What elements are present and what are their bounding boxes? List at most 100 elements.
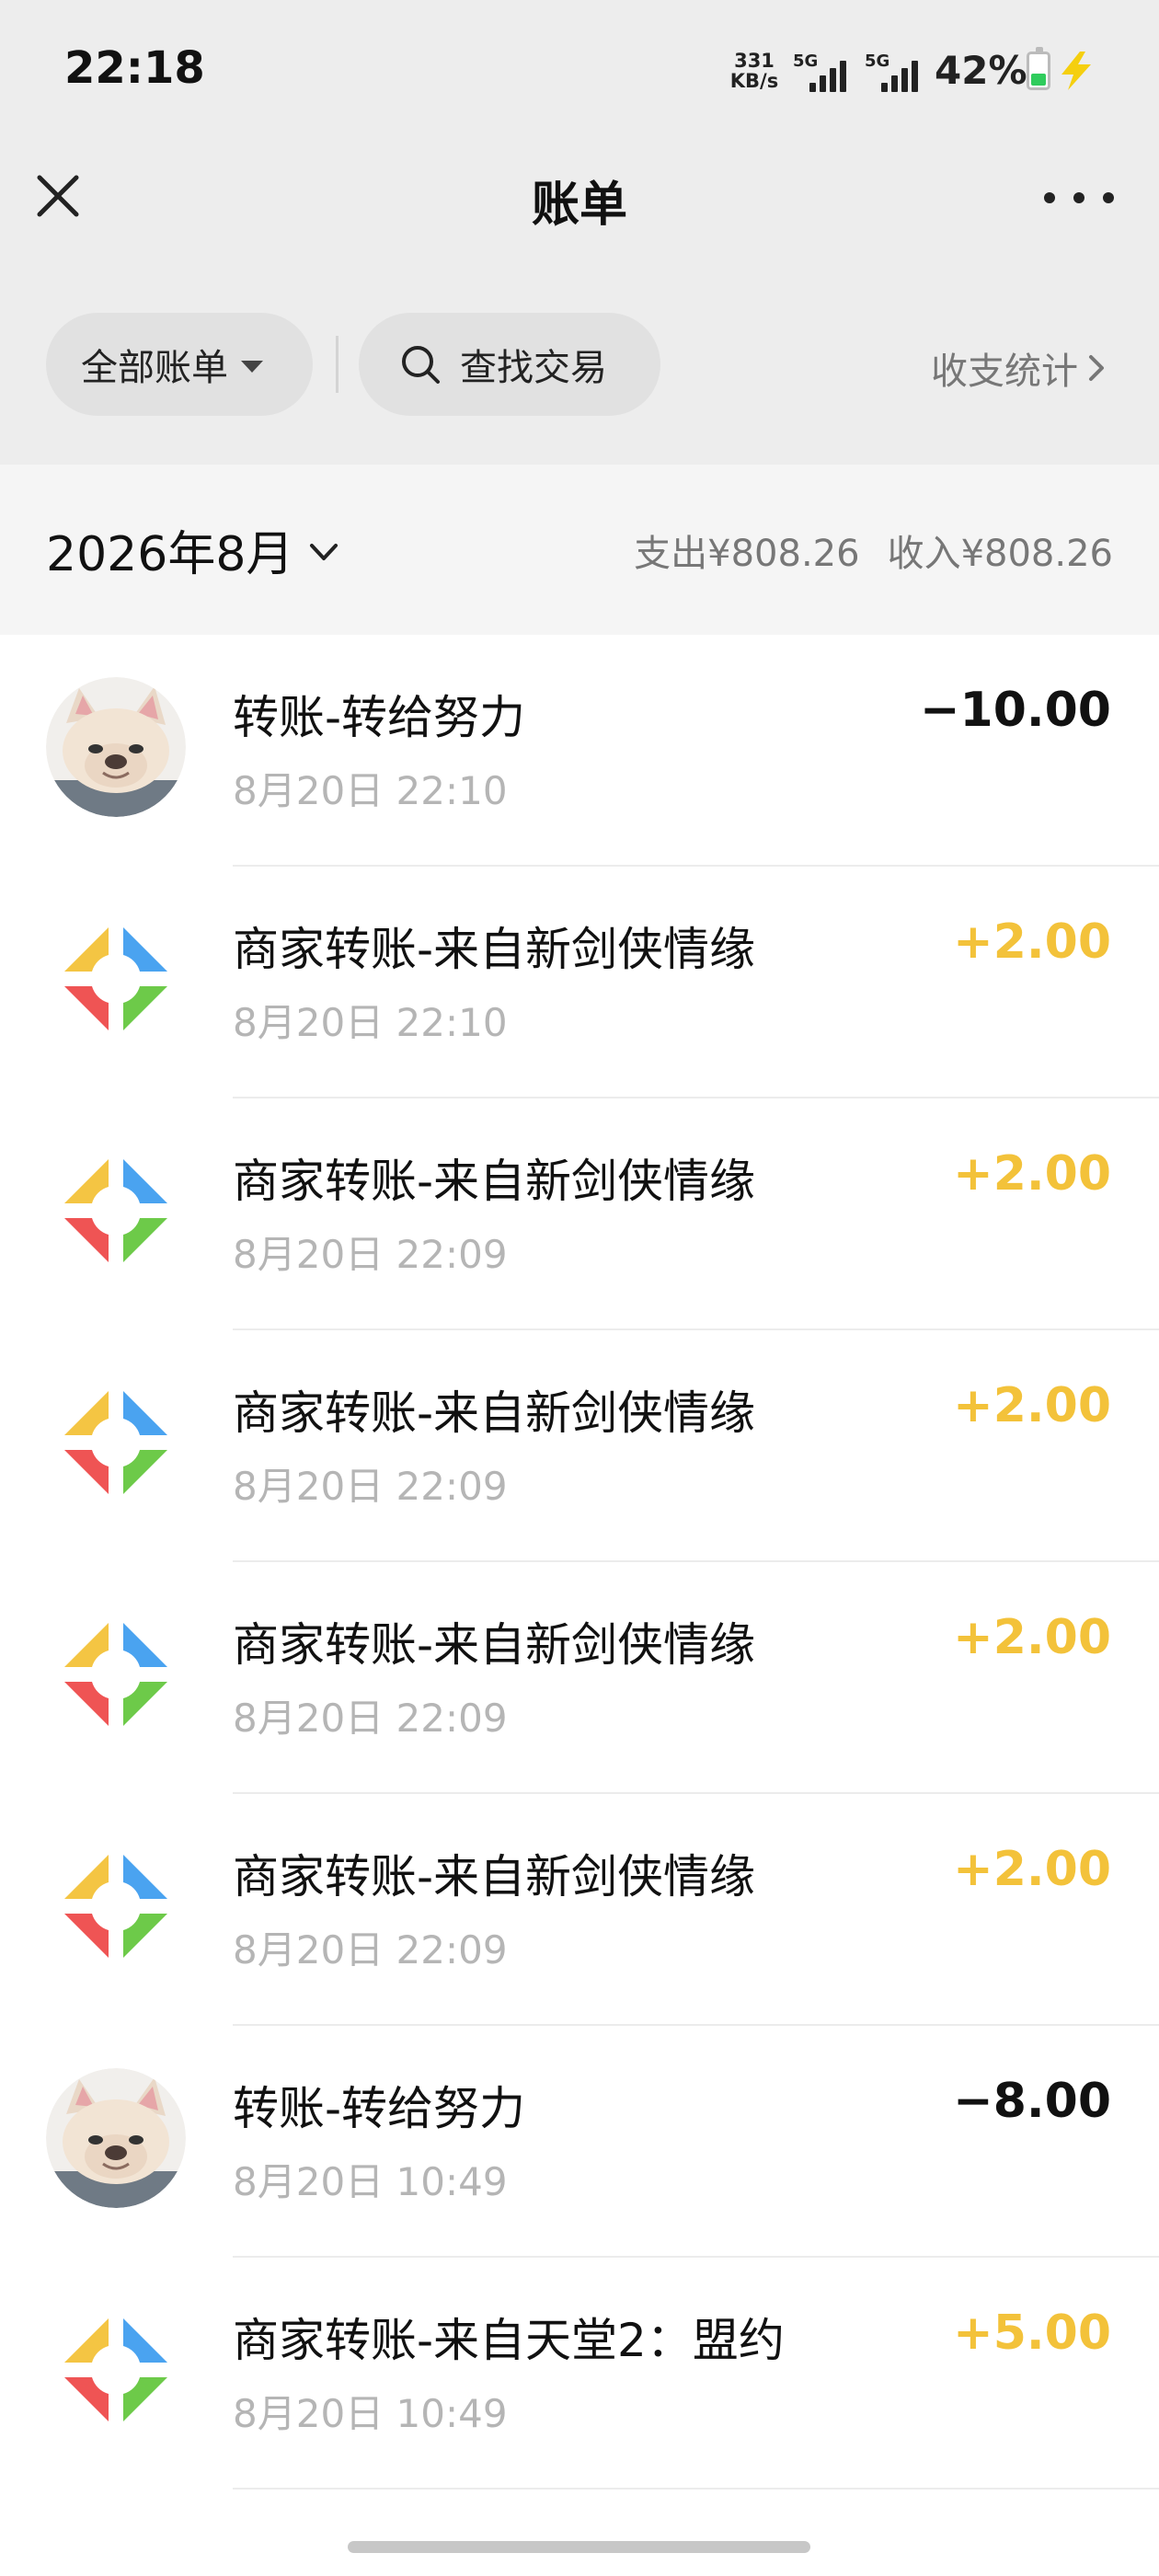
- expense-total: 支出¥808.26: [634, 533, 860, 575]
- transaction-title: 商家转账-来自新剑侠情缘: [233, 1850, 756, 1903]
- header-area: 22:18 331 KB/s 5G 5G 42% 账单 全部账单 查找交易 收支…: [0, 0, 1159, 465]
- merchant-logo-icon: [64, 1159, 167, 1262]
- transaction-amount: +2.00: [953, 914, 1111, 970]
- transaction-title: 转账-转给努力: [233, 2082, 526, 2135]
- transaction-amount: −10.00: [919, 683, 1111, 738]
- merchant-logo-icon: [64, 927, 167, 1030]
- signal-icon-2: 5G: [865, 52, 925, 92]
- search-transactions-label: 查找交易: [460, 347, 607, 389]
- merchant-avatar: [46, 1836, 186, 1976]
- dog-avatar-icon: [46, 677, 186, 817]
- transaction-time: 8月20日 22:09: [233, 1927, 508, 1972]
- transaction-row[interactable]: 商家转账-来自天堂2：盟约 8月20日 10:49 +5.00: [0, 2258, 1159, 2490]
- battery-level-fill: [1031, 74, 1046, 86]
- transaction-list: 转账-转给努力 8月20日 22:10 −10.00 商家转账-来自新剑侠情缘 8月2…: [0, 635, 1159, 2490]
- transaction-row[interactable]: 商家转账-来自新剑侠情缘 8月20日 22:09 +2.00: [0, 1562, 1159, 1794]
- nav-bar: 账单: [0, 147, 1159, 248]
- transaction-time: 8月20日 22:09: [233, 1696, 508, 1741]
- battery-cap: [1036, 47, 1043, 52]
- close-button[interactable]: [28, 166, 88, 226]
- bill-screen: 22:18 331 KB/s 5G 5G 42% 账单 全部账单 查找交易 收支…: [0, 0, 1159, 2576]
- transaction-title: 转账-转给努力: [233, 691, 526, 744]
- income-total: 收入¥808.26: [887, 533, 1113, 575]
- merchant-avatar: [46, 2300, 186, 2440]
- transaction-title: 商家转账-来自新剑侠情缘: [233, 1386, 756, 1440]
- month-selector[interactable]: 2026年8月: [46, 515, 339, 584]
- search-icon: [402, 346, 440, 384]
- row-divider: [233, 2488, 1159, 2490]
- caret-down-icon: [241, 360, 263, 373]
- transaction-time: 8月20日 10:49: [233, 2391, 508, 2436]
- signal-bar: [881, 83, 888, 92]
- merchant-logo-icon: [64, 1623, 167, 1726]
- transaction-amount: +2.00: [953, 1610, 1111, 1665]
- transaction-row[interactable]: 商家转账-来自新剑侠情缘 8月20日 22:09 +2.00: [0, 1330, 1159, 1562]
- merchant-avatar: [46, 1141, 186, 1281]
- payee-avatar: [46, 2068, 186, 2208]
- signal-bar: [809, 83, 816, 92]
- merchant-avatar: [46, 1604, 186, 1744]
- signal-label-2: 5G: [865, 52, 890, 71]
- transaction-amount: +2.00: [953, 1842, 1111, 1897]
- all-bills-dropdown[interactable]: 全部账单: [46, 313, 313, 416]
- page-title: 账单: [531, 178, 627, 233]
- more-dot: [1044, 192, 1055, 203]
- signal-label-1: 5G: [793, 52, 819, 71]
- signal-bar: [901, 68, 908, 92]
- merchant-avatar: [46, 909, 186, 1049]
- transaction-title: 商家转账-来自天堂2：盟约: [233, 2314, 785, 2367]
- transaction-time: 8月20日 22:10: [233, 768, 508, 813]
- transaction-title: 商家转账-来自新剑侠情缘: [233, 1618, 756, 1672]
- signal-icon-1: 5G: [793, 52, 854, 92]
- status-bar: 22:18 331 KB/s 5G 5G 42%: [0, 0, 1159, 147]
- signal-bar: [912, 61, 918, 92]
- transaction-amount: +5.00: [953, 2306, 1111, 2361]
- merchant-logo-icon: [64, 1391, 167, 1494]
- transaction-row[interactable]: 商家转账-来自新剑侠情缘 8月20日 22:09 +2.00: [0, 1794, 1159, 2026]
- network-speed-value: 331: [734, 50, 775, 72]
- charging-bolt-icon: [1061, 52, 1091, 90]
- filter-divider: [336, 336, 339, 393]
- transaction-time: 8月20日 22:10: [233, 1000, 508, 1045]
- dog-avatar-icon: [46, 2068, 186, 2208]
- transaction-time: 8月20日 10:49: [233, 2159, 508, 2204]
- filter-bar: 全部账单 查找交易 收支统计: [0, 308, 1159, 419]
- search-transactions-button[interactable]: 查找交易: [359, 313, 660, 416]
- payee-avatar: [46, 677, 186, 817]
- transaction-row[interactable]: 商家转账-来自新剑侠情缘 8月20日 22:10 +2.00: [0, 867, 1159, 1098]
- transaction-time: 8月20日 22:09: [233, 1232, 508, 1277]
- transaction-amount: +2.00: [953, 1378, 1111, 1433]
- close-icon: [37, 175, 79, 217]
- month-summary-bar: 2026年8月 支出¥808.26 收入¥808.26: [0, 465, 1159, 635]
- more-button[interactable]: [1044, 179, 1114, 216]
- transaction-row[interactable]: 转账-转给努力 8月20日 10:49 −8.00: [0, 2026, 1159, 2258]
- battery-icon: [1027, 47, 1050, 90]
- transaction-row[interactable]: 商家转账-来自新剑侠情缘 8月20日 22:09 +2.00: [0, 1098, 1159, 1330]
- signal-bar: [830, 68, 836, 92]
- signal-bar: [891, 75, 898, 92]
- merchant-logo-icon: [64, 2318, 167, 2421]
- transaction-title: 商家转账-来自新剑侠情缘: [233, 923, 756, 976]
- merchant-avatar: [46, 1373, 186, 1512]
- chevron-right-icon: [1089, 355, 1104, 381]
- signal-bar: [820, 75, 826, 92]
- chevron-down-icon: [310, 543, 339, 560]
- month-totals: 支出¥808.26 收入¥808.26: [634, 523, 1113, 577]
- merchant-logo-icon: [64, 1855, 167, 1958]
- signal-bar: [840, 61, 846, 92]
- all-bills-label: 全部账单: [81, 347, 228, 389]
- transaction-title: 商家转账-来自新剑侠情缘: [233, 1155, 756, 1208]
- battery-percent: 42%: [935, 48, 1027, 93]
- more-dot: [1103, 192, 1114, 203]
- transaction-row[interactable]: 转账-转给努力 8月20日 22:10 −10.00: [0, 635, 1159, 867]
- month-label: 2026年8月: [46, 527, 294, 582]
- home-indicator[interactable]: [348, 2541, 810, 2553]
- network-speed: 331 KB/s: [727, 51, 782, 91]
- transaction-amount: +2.00: [953, 1146, 1111, 1202]
- transaction-time: 8月20日 22:09: [233, 1464, 508, 1509]
- transaction-amount: −8.00: [953, 2074, 1111, 2129]
- more-dot: [1073, 192, 1084, 203]
- status-time: 22:18: [64, 42, 205, 94]
- income-expense-stats-link[interactable]: 收支统计: [931, 341, 1107, 395]
- stats-label: 收支统计: [931, 351, 1078, 393]
